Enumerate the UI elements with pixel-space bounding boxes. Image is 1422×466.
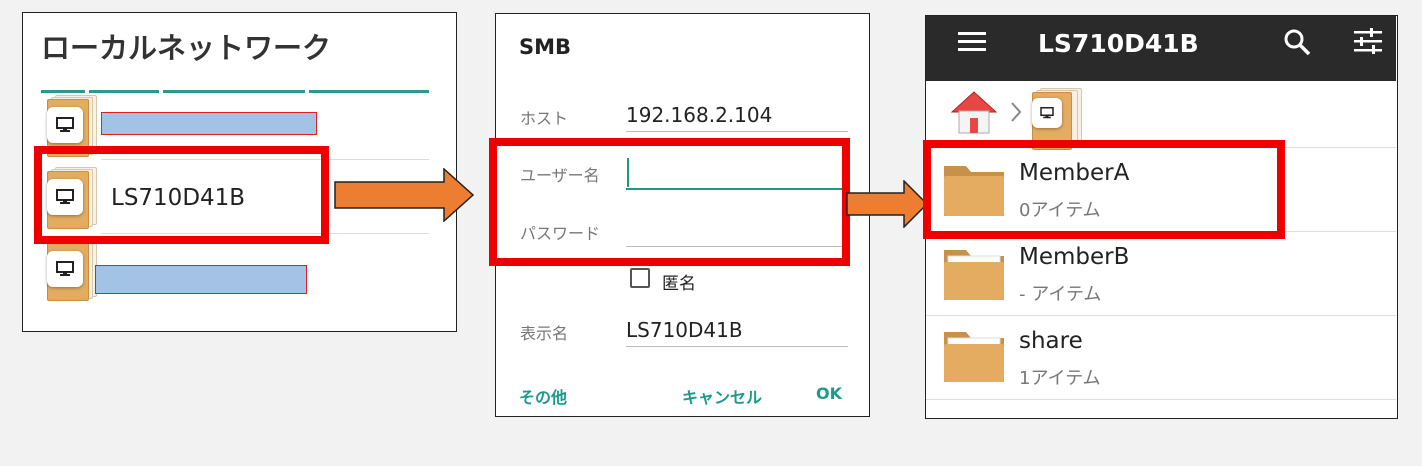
redacted-device-name <box>101 112 317 135</box>
highlight-box <box>489 138 850 266</box>
highlight-box <box>34 146 329 244</box>
folder-name: share <box>1019 328 1083 354</box>
host-label: ホスト <box>520 109 569 128</box>
monitor-icon <box>47 251 83 287</box>
folder-item-count: - アイテム <box>1019 284 1102 305</box>
cancel-button[interactable]: キャンセル <box>682 384 762 408</box>
folder-row[interactable]: share 1アイテム <box>926 316 1396 399</box>
display-name-field[interactable]: LS710D41B <box>626 318 743 342</box>
folder-name: MemberB <box>1019 244 1130 270</box>
host-underline <box>626 131 848 132</box>
display-name-underline <box>626 346 848 347</box>
folder-icon <box>45 239 97 303</box>
menu-icon[interactable] <box>958 31 986 57</box>
dialog-title: SMB <box>519 35 572 59</box>
breadcrumb <box>926 81 1396 150</box>
folder-icon <box>942 244 1006 302</box>
monitor-icon <box>1032 98 1062 128</box>
arrow-right-icon <box>846 180 928 228</box>
monitor-icon <box>47 107 83 143</box>
divider <box>926 399 1396 400</box>
host-field[interactable]: 192.168.2.104 <box>626 103 772 127</box>
chevron-right-icon <box>1010 101 1022 127</box>
app-bar: LS710D41B <box>926 16 1396 81</box>
display-name-label: 表示名 <box>520 324 569 343</box>
device-row[interactable] <box>23 239 456 309</box>
anonymous-checkbox[interactable] <box>630 268 650 288</box>
folder-row[interactable]: MemberB - アイテム <box>926 232 1396 315</box>
settings-icon[interactable] <box>1354 28 1382 58</box>
home-icon[interactable] <box>950 89 998 139</box>
page-title: ローカルネットワーク <box>41 31 332 65</box>
ok-button[interactable]: OK <box>816 384 842 403</box>
more-button[interactable]: その他 <box>519 384 567 408</box>
anonymous-label: 匿名 <box>662 274 696 294</box>
app-title: LS710D41B <box>1038 29 1199 58</box>
arrow-right-icon <box>334 168 474 222</box>
highlight-box <box>923 140 1285 239</box>
search-icon[interactable] <box>1283 28 1311 60</box>
redacted-device-name <box>95 265 307 294</box>
folder-icon <box>942 326 1006 384</box>
folder-item-count: 1アイテム <box>1019 368 1101 389</box>
